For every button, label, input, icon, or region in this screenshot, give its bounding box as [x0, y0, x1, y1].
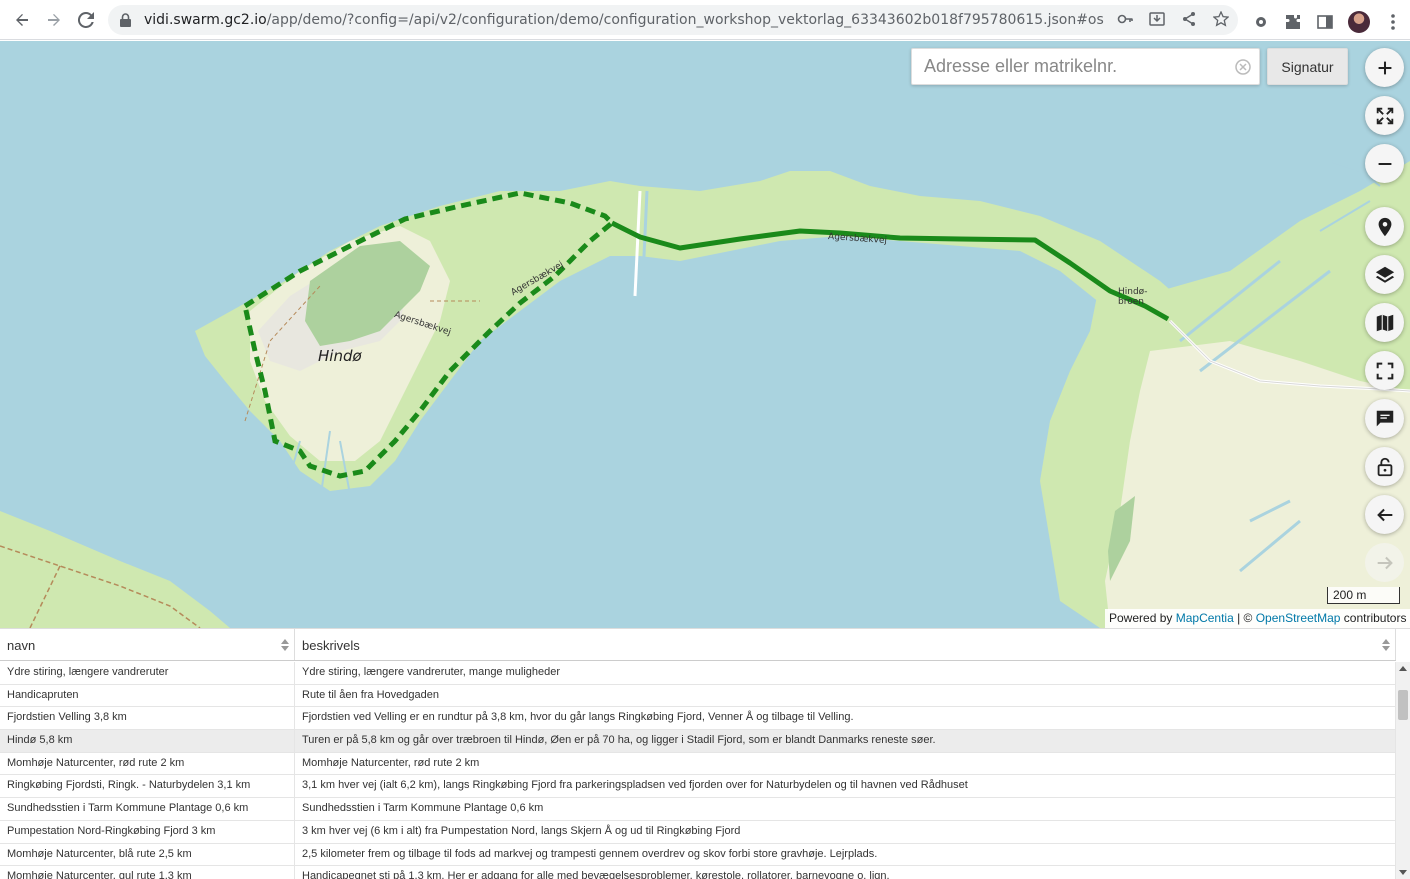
minus-icon [1378, 162, 1391, 165]
feature-table: navn beskrivels Ydre stiring, længere va… [0, 628, 1410, 879]
cell-beskrivels: Fjordstien ved Velling er en rundtur på … [295, 707, 1396, 730]
cell-beskrivels: 2,5 kilometer frem og tilbage til fods a… [295, 843, 1396, 866]
table-row[interactable]: Ydre stiring, længere vandreruter Ydre st… [0, 662, 1396, 685]
chat-icon [1376, 410, 1393, 426]
plus-icon [1378, 61, 1391, 74]
basemap-button[interactable] [1365, 303, 1404, 342]
fullscreen-button[interactable] [1365, 96, 1404, 135]
arrow-right-icon [1377, 556, 1393, 569]
history-forward-button[interactable] [1365, 543, 1404, 582]
arrow-left-icon [1376, 508, 1392, 521]
layers-icon [1375, 266, 1394, 283]
locate-button[interactable] [1365, 207, 1404, 246]
cell-beskrivels: 3,1 km hver vej (ialt 6,2 km), langs Rin… [295, 775, 1396, 798]
bridge-label: Hindø-broen [1118, 287, 1148, 307]
cell-navn: Ringkøbing Fjordsti, Ringk. - Naturbydel… [0, 775, 295, 798]
table-row[interactable]: Ringkøbing Fjordsti, Ringk. - Naturbydel… [0, 775, 1396, 799]
table-row[interactable]: Momhøje Naturcenter, blå rute 2,5 km 2,5 … [0, 843, 1396, 867]
cell-beskrivels: Momhøje Naturcenter, rød rute 2 km [295, 752, 1396, 775]
cell-beskrivels: Handicapegnet sti på 1,3 km. Her er adga… [295, 866, 1396, 879]
table-body: Ydre stiring, længere vandreruter Ydre st… [0, 662, 1396, 879]
cell-navn: Handicapruten [0, 684, 295, 707]
url-host: vidi.swarm.gc2.io [144, 12, 267, 28]
sort-icon [281, 639, 289, 651]
table-row[interactable]: Momhøje Naturcenter, gul rute 1,3 km Hand… [0, 866, 1396, 879]
zoom-in-button[interactable] [1365, 48, 1404, 87]
bookmark-star-icon[interactable] [1212, 10, 1230, 28]
cell-beskrivels: Rute til åen fra Hovedgaden [295, 684, 1396, 707]
cell-navn: Ydre stiring, længere vandreruter [0, 662, 295, 684]
lock-button[interactable] [1365, 447, 1404, 486]
profile-avatar[interactable] [1348, 11, 1370, 33]
menu-dots-icon[interactable] [1384, 13, 1402, 31]
table-header: navn beskrivels [0, 629, 1396, 661]
mapcentia-link[interactable]: MapCentia [1176, 611, 1234, 625]
column-header-label: beskrivels [302, 638, 360, 653]
clear-icon[interactable] [1235, 59, 1251, 75]
cell-navn: Momhøje Naturcenter, rød rute 2 km [0, 752, 295, 775]
table-scrollbar[interactable] [1396, 662, 1410, 879]
key-icon[interactable] [1116, 10, 1134, 28]
cell-beskrivels: 3 km hver vej (6 km i alt) fra Pumpestat… [295, 820, 1396, 843]
attribution-contributors: contributors [1340, 611, 1407, 625]
openstreetmap-link[interactable]: OpenStreetMap [1256, 611, 1341, 625]
puzzle-icon[interactable] [1284, 13, 1302, 31]
sidebar-icon[interactable] [1316, 13, 1334, 31]
chat-button[interactable] [1365, 399, 1404, 438]
attribution-powered-text: Powered by [1109, 611, 1173, 625]
location-pin-icon [1378, 217, 1391, 236]
cell-navn: Pumpestation Nord-Ringkøbing Fjord 3 km [0, 820, 295, 843]
lock-icon [120, 13, 134, 27]
address-bar[interactable]: vidi.swarm.gc2.io/app/demo/?config=/api/… [108, 5, 1238, 35]
scroll-up-icon[interactable] [1399, 666, 1407, 671]
back-icon[interactable] [6, 4, 38, 36]
scroll-thumb[interactable] [1398, 690, 1408, 720]
table-row[interactable]: Pumpestation Nord-Ringkøbing Fjord 3 km 3… [0, 820, 1396, 844]
cell-navn: Fjordstien Velling 3,8 km [0, 707, 295, 730]
url-path: /app/demo/?config=/api/v2/configuration/… [266, 12, 1104, 28]
fullscreen-corners-icon [1376, 362, 1393, 379]
column-header-navn[interactable]: navn [0, 629, 295, 660]
install-icon[interactable] [1148, 10, 1166, 28]
cell-navn: Sundhedsstien i Tarm Kommune Plantage 0,… [0, 798, 295, 820]
unlock-icon [1377, 457, 1392, 476]
map-attribution: Powered by MapCentia | © OpenStreetMap c… [1105, 609, 1410, 628]
signatur-button[interactable]: Signatur [1267, 48, 1348, 85]
cell-navn: Hindø 5,8 km [0, 730, 295, 752]
attribution-separator: | © [1233, 611, 1256, 625]
cell-beskrivels: Sundhedsstien i Tarm Kommune Plantage 0,… [295, 798, 1396, 820]
column-header-beskrivels[interactable]: beskrivels [295, 629, 1396, 660]
map-canvas[interactable]: Hindø Agersbækvej Agersbækvej Agersbækve… [0, 41, 1410, 628]
address-search[interactable] [911, 48, 1260, 85]
zoom-out-button[interactable] [1365, 144, 1404, 183]
cell-navn: Momhøje Naturcenter, blå rute 2,5 km [0, 843, 295, 866]
extent-button[interactable] [1365, 351, 1404, 390]
url-text: vidi.swarm.gc2.io/app/demo/?config=/api/… [144, 12, 1104, 28]
scroll-down-icon[interactable] [1399, 870, 1407, 875]
layers-button[interactable] [1365, 255, 1404, 294]
table-row[interactable]: Momhøje Naturcenter, rød rute 2 km Momhøj… [0, 752, 1396, 776]
extension-gear-icon[interactable] [1252, 13, 1270, 31]
expand-icon [1376, 107, 1393, 124]
cell-beskrivels: Turen er på 5,8 km og går over træbroen … [295, 730, 1396, 752]
place-label: Hindø [318, 347, 362, 365]
history-back-button[interactable] [1365, 495, 1404, 534]
map-icon [1376, 314, 1393, 331]
table-row[interactable]: Fjordstien Velling 3,8 km Fjordstien ved … [0, 707, 1396, 731]
reload-icon[interactable] [70, 4, 102, 36]
map-tiles [0, 41, 1410, 628]
column-header-label: navn [7, 638, 36, 653]
table-row[interactable]: Handicapruten Rute til åen fra Hovedgaden [0, 684, 1396, 708]
cell-beskrivels: Ydre stiring, længere vandreruter, mange… [295, 662, 1396, 684]
scale-bar: 200 m [1327, 587, 1400, 604]
forward-icon[interactable] [38, 4, 70, 36]
table-row[interactable]: Sundhedsstien i Tarm Kommune Plantage 0,… [0, 798, 1396, 821]
browser-toolbar: vidi.swarm.gc2.io/app/demo/?config=/api/… [0, 0, 1410, 40]
search-input[interactable] [924, 56, 1224, 77]
cell-navn: Momhøje Naturcenter, gul rute 1,3 km [0, 866, 295, 879]
table-row-selected[interactable]: Hindø 5,8 km Turen er på 5,8 km og går ov… [0, 730, 1396, 753]
sort-icon [1382, 639, 1390, 651]
share-icon[interactable] [1180, 10, 1198, 28]
